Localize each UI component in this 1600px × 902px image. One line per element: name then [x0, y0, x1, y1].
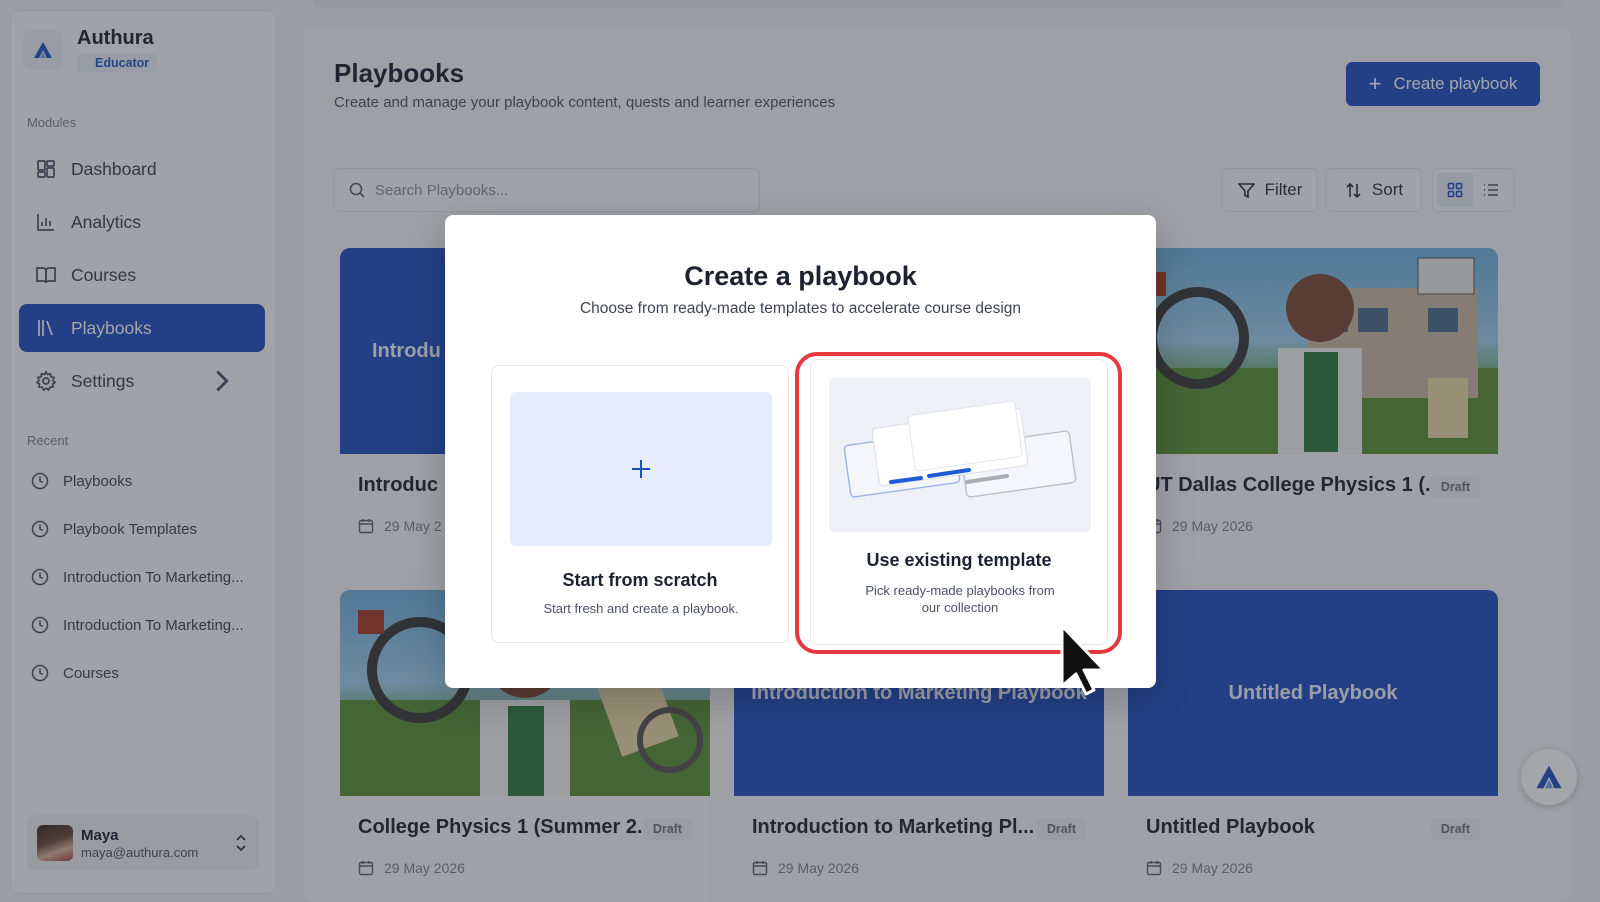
mouse-cursor-icon: [1060, 624, 1106, 696]
start-from-scratch-option[interactable]: Start from scratch Start fresh and creat…: [491, 365, 789, 643]
selection-highlight: [795, 352, 1122, 654]
scratch-preview: [510, 392, 772, 546]
dialog-subtitle: Choose from ready-made templates to acce…: [579, 300, 1022, 317]
option-description: Start fresh and create a playbook.: [543, 601, 739, 616]
option-title: Start from scratch: [562, 570, 718, 590]
plus-icon: [632, 460, 650, 478]
dialog-title: Create a playbook: [684, 261, 917, 291]
